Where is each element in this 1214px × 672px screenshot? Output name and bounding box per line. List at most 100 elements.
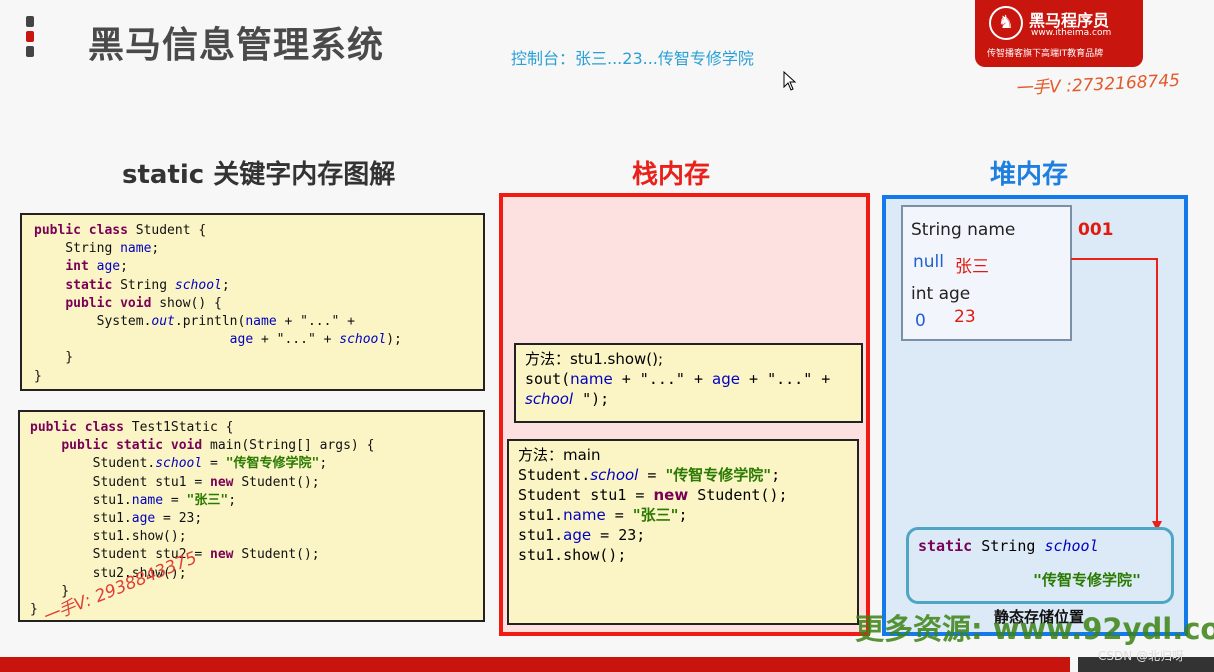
code-token: "); bbox=[573, 390, 610, 408]
static-field-name: school bbox=[1044, 537, 1099, 555]
code-token: sout( bbox=[525, 370, 571, 388]
code-token: age bbox=[712, 370, 740, 388]
code-token: 方法：stu1.show(); bbox=[525, 350, 664, 368]
mouse-cursor-icon bbox=[783, 71, 797, 91]
code-token: school bbox=[590, 466, 639, 484]
code-token: stu1.show(); bbox=[30, 529, 187, 545]
static-field-value: "传智专修学院" bbox=[1033, 571, 1142, 589]
heap-title: 堆内存 bbox=[990, 160, 1069, 190]
field-age-label: int age bbox=[911, 284, 971, 304]
stack-title: 栈内存 bbox=[632, 160, 711, 190]
code-token: "张三" bbox=[632, 506, 679, 524]
student-class-code: public class Student { String name; int … bbox=[20, 213, 485, 391]
code-token: school bbox=[174, 277, 222, 293]
diagram-subtitle: static 关键字内存图解 bbox=[122, 160, 396, 190]
code-line: System.out.println(name + "..." + bbox=[34, 313, 471, 331]
logo-url: www.itheima.com bbox=[1031, 28, 1112, 38]
field-name-default: null bbox=[913, 252, 944, 272]
code-token: school bbox=[525, 390, 574, 408]
code-token: = bbox=[638, 466, 666, 484]
code-token: } bbox=[30, 602, 38, 618]
code-token: age bbox=[131, 511, 156, 527]
page-title: 黑马信息管理系统 bbox=[88, 25, 385, 66]
code-token: + "..." + bbox=[276, 314, 355, 330]
code-token: "张三" bbox=[186, 492, 229, 508]
code-token: name bbox=[245, 314, 277, 330]
code-line: public static void main(String[] args) { bbox=[30, 437, 473, 455]
code-token: name bbox=[131, 492, 164, 508]
code-token: } bbox=[34, 350, 74, 366]
code-token: Student. bbox=[518, 466, 591, 484]
footer-bar bbox=[0, 657, 1070, 672]
code-token: stu1. bbox=[30, 492, 132, 508]
code-token: stu1.show(); bbox=[518, 546, 627, 564]
code-token: Student(); bbox=[233, 547, 320, 563]
static-keyword: static bbox=[918, 537, 973, 555]
code-line: Student stu1 = new Student(); bbox=[30, 474, 473, 492]
code-token: public class bbox=[34, 223, 128, 238]
object-address: 001 bbox=[1078, 220, 1114, 240]
code-token: ; bbox=[678, 506, 688, 524]
code-token: name bbox=[570, 370, 613, 388]
code-token: + "..." + bbox=[740, 370, 831, 388]
code-line: sout(name + "..." + age + "..." + bbox=[525, 369, 852, 389]
code-token: school bbox=[155, 456, 203, 472]
code-token: stu1. bbox=[518, 506, 564, 524]
static-type: String bbox=[972, 537, 1045, 555]
code-token: .println( bbox=[174, 314, 246, 330]
field-age-default: 0 bbox=[915, 311, 926, 331]
code-line: public class Student { bbox=[34, 222, 471, 240]
code-token: } bbox=[34, 368, 42, 384]
code-token: Student. bbox=[30, 456, 156, 472]
code-token: "传智专修学院" bbox=[225, 456, 320, 472]
code-token: main(String[] args) { bbox=[202, 438, 375, 454]
code-token: age bbox=[563, 526, 592, 544]
code-token: new bbox=[210, 474, 234, 490]
code-line: stu1.show(); bbox=[518, 545, 848, 565]
field-name-label: String name bbox=[911, 220, 1016, 240]
code-token: name bbox=[563, 506, 606, 524]
code-token: System. bbox=[34, 314, 152, 330]
code-token: out bbox=[151, 314, 175, 330]
code-line: stu1.show(); bbox=[30, 528, 473, 546]
code-token: Student(); bbox=[688, 486, 788, 504]
title-marker bbox=[26, 46, 34, 57]
field-name-value: 张三 bbox=[955, 257, 989, 277]
code-token: = 23; bbox=[591, 526, 646, 544]
code-line: stu1.name = "张三"; bbox=[518, 505, 848, 525]
logo-slogan: 传智播客旗下高端IT教育品牌 bbox=[987, 49, 1104, 59]
code-token: static bbox=[65, 277, 113, 293]
code-token: ; bbox=[319, 456, 328, 472]
code-token: stu1. bbox=[518, 526, 564, 544]
title-marker bbox=[26, 31, 34, 42]
show-method-frame: 方法：stu1.show(); sout(name + "..." + age +… bbox=[514, 343, 863, 423]
handwritten-note: 一手V :2732168745 bbox=[1014, 70, 1181, 100]
code-token: = bbox=[163, 492, 187, 508]
code-token: ; bbox=[221, 277, 230, 293]
code-line: Student.school = "传智专修学院"; bbox=[518, 465, 848, 485]
code-token: Test1Static { bbox=[123, 420, 234, 435]
code-token: = bbox=[605, 506, 633, 524]
code-line: public class Test1Static { bbox=[30, 419, 473, 437]
code-token: new bbox=[653, 486, 689, 504]
code-line: int age; bbox=[34, 258, 471, 276]
code-token: public class bbox=[30, 420, 124, 435]
code-token: ); bbox=[386, 332, 402, 348]
code-line: } bbox=[34, 368, 471, 386]
code-token: ; bbox=[120, 259, 128, 275]
code-token: String bbox=[112, 277, 175, 293]
title-marker bbox=[26, 16, 34, 27]
code-line: 方法：stu1.show(); bbox=[525, 349, 852, 369]
code-token: Student(); bbox=[233, 474, 320, 490]
code-token: "传智专修学院" bbox=[665, 466, 772, 484]
code-token: = 23; bbox=[155, 511, 203, 527]
code-token: 方法：main bbox=[518, 446, 601, 464]
code-token: ; bbox=[771, 466, 781, 484]
code-line: 方法：main bbox=[518, 445, 848, 465]
code-line: public void show() { bbox=[34, 295, 471, 313]
code-token: age bbox=[229, 332, 254, 348]
